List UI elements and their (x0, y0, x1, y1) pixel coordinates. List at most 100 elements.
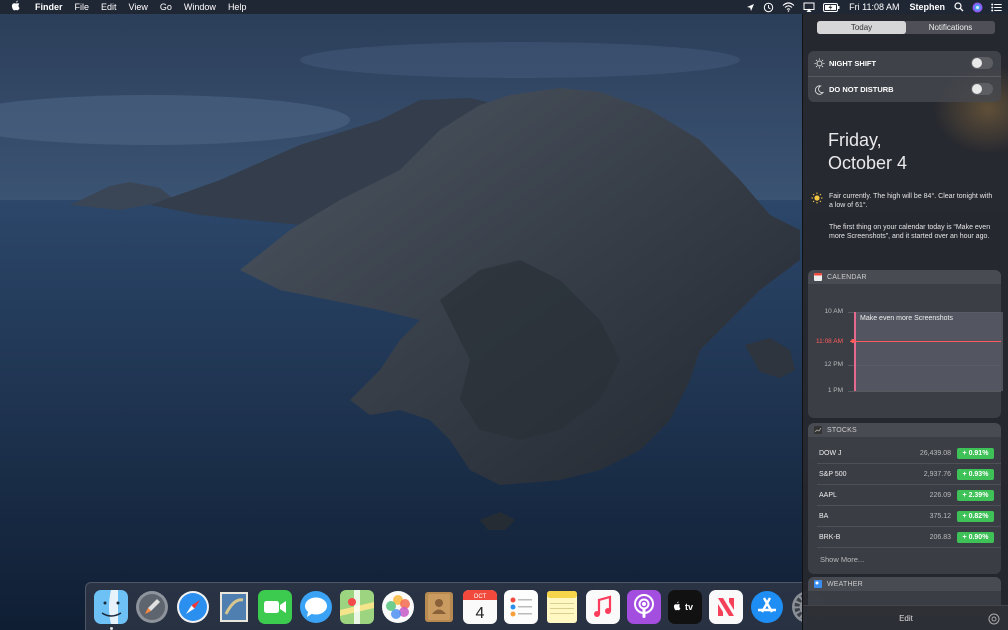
stocks-widget-header: STOCKS (808, 423, 1001, 437)
calendar-time-now: 11:08 AM (816, 338, 843, 345)
weather-small-icon (814, 580, 822, 588)
edit-widgets-button[interactable]: Edit (882, 612, 930, 625)
weather-widget-header: WEATHER (808, 577, 1001, 591)
stock-change[interactable]: + 0.93% (957, 468, 994, 480)
maps-icon[interactable] (339, 589, 374, 624)
notes-icon[interactable] (545, 590, 579, 624)
stock-price: 226.09 (929, 491, 951, 499)
quick-toggles: NIGHT SHIFT DO NOT DISTURB (808, 51, 1001, 102)
calendar-now-line (850, 341, 1001, 342)
calendar-widget-title: CALENDAR (827, 273, 867, 281)
stock-change[interactable]: + 0.82% (957, 510, 994, 522)
calendar-time-10am: 10 AM (824, 308, 843, 315)
do-not-disturb-toggle[interactable] (971, 83, 993, 95)
stock-symbol: AAPL (819, 491, 837, 499)
stock-change[interactable]: + 2.39% (957, 489, 994, 501)
stock-price: 375.12 (929, 512, 951, 520)
stock-price: 26,439.08 (919, 449, 951, 457)
tv-label: tv (684, 602, 692, 612)
menu-edit[interactable]: Edit (95, 0, 123, 14)
stock-row[interactable]: AAPL 226.09 + 2.39% (808, 485, 1001, 505)
notification-center: Today Notifications NIGHT SHIFT DO NOT D… (802, 14, 1008, 630)
stock-change[interactable]: + 0.90% (957, 531, 994, 543)
location-icon[interactable] (742, 0, 759, 14)
stock-symbol: BRK-B (819, 533, 841, 541)
stock-row[interactable]: BA 375.12 + 0.82% (808, 506, 1001, 526)
news-icon[interactable] (708, 589, 743, 624)
stock-price: 2,937.76 (923, 470, 951, 478)
do-not-disturb-row: DO NOT DISTURB (808, 77, 1001, 102)
battery-icon[interactable] (819, 0, 844, 14)
menu-view[interactable]: View (123, 0, 154, 14)
siri-icon[interactable] (968, 0, 987, 14)
launchpad-icon[interactable] (135, 590, 169, 624)
moon-icon (814, 85, 826, 95)
calendar-icon[interactable]: OCT 4 (462, 589, 497, 624)
stock-price: 206.83 (929, 533, 951, 541)
apple-icon[interactable] (0, 0, 29, 14)
stock-row[interactable]: BRK-B 206.83 + 0.90% (808, 527, 1001, 547)
calendar-event-title: Make even more Screenshots (860, 315, 953, 322)
apple-tv-icon[interactable]: tv (667, 589, 702, 624)
menu-go[interactable]: Go (154, 0, 178, 14)
tab-notifications[interactable]: Notifications (906, 21, 995, 34)
calendar-small-icon (814, 273, 822, 281)
nc-footer: Edit (803, 605, 1008, 630)
calendar-summary: The first thing on your calendar today i… (829, 224, 991, 240)
stocks-show-more[interactable]: Show More... (820, 555, 864, 564)
night-shift-toggle[interactable] (971, 57, 993, 69)
menu-bar: Finder File Edit View Go Window Help Fri… (0, 0, 1008, 14)
menubar-user[interactable]: Stephen (904, 0, 950, 14)
gear-icon[interactable] (988, 612, 1000, 630)
stocks-small-icon (814, 426, 822, 434)
stock-symbol: S&P 500 (819, 470, 847, 478)
tab-today[interactable]: Today (817, 21, 906, 34)
notification-center-icon[interactable] (987, 0, 1008, 14)
do-not-disturb-label: DO NOT DISTURB (829, 85, 894, 94)
dock: OCT 4 tv (85, 582, 824, 630)
menu-help[interactable]: Help (222, 0, 253, 14)
calendar-time-1pm: 1 PM (827, 387, 843, 394)
stocks-widget-title: STOCKS (827, 426, 857, 434)
contacts-icon[interactable] (422, 590, 456, 624)
calendar-widget-header: CALENDAR (808, 270, 1001, 284)
menubar-clock[interactable]: Fri 11:08 AM (844, 0, 904, 14)
nc-tab-switcher: Today Notifications (817, 21, 995, 34)
facetime-icon[interactable] (257, 589, 292, 624)
mail-icon[interactable] (217, 590, 251, 624)
sun-icon (811, 191, 823, 209)
stock-change[interactable]: + 0.91% (957, 447, 994, 459)
airplay-icon[interactable] (799, 0, 819, 14)
app-store-icon[interactable] (750, 590, 784, 624)
today-date-month-day: October 4 (828, 153, 908, 173)
reminders-icon[interactable] (503, 589, 538, 624)
finder-icon[interactable] (93, 589, 128, 630)
weather-summary: Fair currently. The high will be 84°. Cl… (829, 193, 993, 209)
calendar-widget: CALENDAR 10 AM 11:08 AM 12 PM 1 PM Make … (808, 270, 1003, 418)
messages-icon[interactable] (299, 590, 333, 624)
stock-symbol: DOW J (819, 449, 842, 457)
night-shift-icon (814, 58, 826, 69)
calendar-event[interactable]: Make even more Screenshots (854, 312, 1003, 391)
stock-row[interactable]: DOW J 26,439.08 + 0.91% (808, 443, 1001, 463)
stock-row[interactable]: S&P 500 2,937.76 + 0.93% (808, 464, 1001, 484)
today-date-weekday: Friday, (828, 130, 882, 150)
stock-symbol: BA (819, 512, 829, 520)
calendar-time-12pm: 12 PM (824, 361, 843, 368)
weather-widget-title: WEATHER (827, 580, 863, 588)
photos-icon[interactable] (381, 590, 415, 624)
calendar-icon-month: OCT (473, 594, 486, 600)
wifi-icon[interactable] (778, 0, 799, 14)
music-icon[interactable] (585, 589, 620, 624)
menu-app-name[interactable]: Finder (29, 0, 69, 14)
safari-icon[interactable] (176, 590, 210, 624)
calendar-icon-day: 4 (475, 605, 484, 622)
search-icon[interactable] (950, 0, 968, 14)
time-machine-icon[interactable] (759, 0, 778, 14)
night-shift-row: NIGHT SHIFT (808, 51, 1001, 76)
podcasts-icon[interactable] (626, 589, 661, 624)
stocks-widget: STOCKS DOW J 26,439.08 + 0.91% S&P 500 2… (808, 423, 1001, 574)
menu-window[interactable]: Window (178, 0, 222, 14)
menu-file[interactable]: File (69, 0, 96, 14)
night-shift-label: NIGHT SHIFT (829, 59, 877, 68)
